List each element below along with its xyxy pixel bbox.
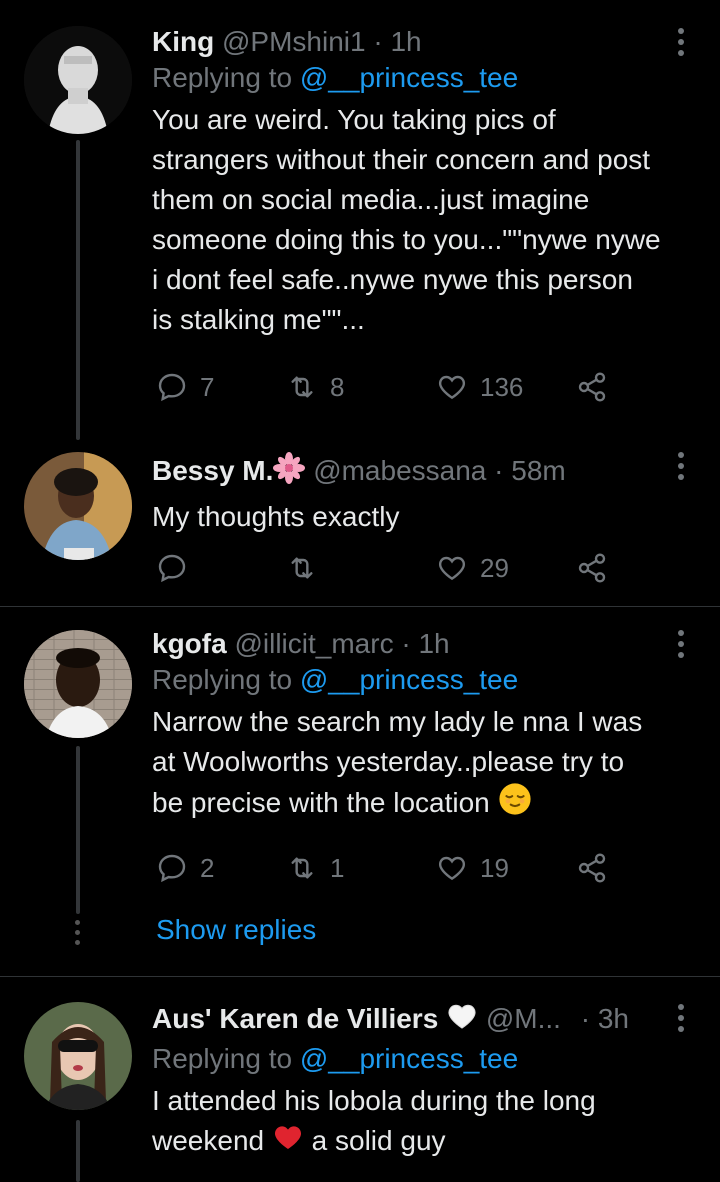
- avatar[interactable]: [24, 26, 132, 134]
- tweet-header: Aus' Karen de Villiers @M... · 3h: [152, 1000, 680, 1041]
- replying-to: Replying to @__princess_tee: [152, 62, 519, 93]
- timestamp[interactable]: 1h: [418, 628, 449, 659]
- tweet-text: You are weird. You taking pics of strang…: [152, 104, 661, 335]
- timestamp[interactable]: 58m: [511, 455, 565, 486]
- thread-line: [76, 746, 80, 914]
- reply-icon: [158, 854, 186, 883]
- display-name[interactable]: King: [152, 26, 214, 57]
- retweet-icon: [291, 557, 313, 579]
- relieved-face-emoji-icon: [498, 782, 532, 827]
- thread-continuation-dots: [74, 920, 82, 950]
- share-icon: [578, 372, 606, 402]
- more-options-icon[interactable]: [678, 452, 686, 485]
- more-options-icon[interactable]: [678, 1004, 686, 1037]
- retweet-button[interactable]: [286, 548, 330, 588]
- heart-icon: [438, 375, 466, 400]
- thread-line: [76, 1120, 80, 1182]
- reply-icon: [158, 554, 186, 583]
- replying-to: Replying to @__princess_tee: [152, 1043, 519, 1074]
- thread-line: [76, 140, 80, 440]
- tweet-text: Narrow the search my lady le nna I was a…: [152, 702, 680, 827]
- avatar[interactable]: [24, 630, 132, 738]
- like-button[interactable]: 136: [436, 367, 523, 407]
- reply-icon: [158, 373, 186, 402]
- retweet-button[interactable]: 8: [286, 367, 344, 407]
- tweet-header: kgofa @illicit_marc · 1h: [152, 628, 450, 659]
- share-button[interactable]: [576, 848, 620, 888]
- like-button[interactable]: 29: [436, 548, 509, 588]
- more-options-icon[interactable]: [678, 28, 686, 61]
- tweet-header: King @PMshini1 · 1h: [152, 26, 422, 57]
- replying-to-handle[interactable]: @__princess_tee: [300, 1043, 518, 1074]
- display-name[interactable]: kgofa: [152, 628, 227, 659]
- share-icon: [578, 553, 606, 583]
- tweet-header: Bessy M. @mabessana · 58m: [152, 452, 680, 493]
- reply-button[interactable]: [156, 548, 200, 588]
- white-heart-emoji-icon: [446, 1000, 478, 1041]
- more-options-icon[interactable]: [678, 630, 686, 663]
- display-name[interactable]: Bessy M.: [152, 455, 273, 486]
- heart-icon: [438, 556, 466, 581]
- timestamp[interactable]: 3h: [598, 1003, 629, 1034]
- user-handle[interactable]: @mabessana: [313, 455, 486, 486]
- user-handle[interactable]: @PMshini1: [222, 26, 366, 57]
- heart-icon: [438, 856, 466, 881]
- reply-button[interactable]: 7: [156, 367, 214, 407]
- retweet-icon: [291, 376, 313, 398]
- divider: [0, 976, 720, 977]
- user-handle[interactable]: @illicit_marc: [234, 628, 393, 659]
- avatar[interactable]: [24, 452, 132, 560]
- tweet-text: I attended his lobola during the long we…: [152, 1081, 680, 1164]
- share-button[interactable]: [576, 367, 620, 407]
- user-handle[interactable]: @M...: [486, 1003, 561, 1034]
- show-replies-link[interactable]: Show replies: [156, 914, 316, 946]
- avatar[interactable]: [24, 1002, 132, 1110]
- tweet-text: My thoughts exactly: [152, 501, 400, 532]
- timestamp[interactable]: 1h: [390, 26, 421, 57]
- display-name[interactable]: Aus' Karen de Villiers: [152, 1003, 438, 1034]
- share-icon: [578, 853, 606, 883]
- retweet-icon: [291, 857, 313, 879]
- red-heart-emoji-icon: [272, 1121, 304, 1164]
- replying-to-handle[interactable]: @__princess_tee: [300, 62, 518, 93]
- replying-to: Replying to @__princess_tee: [152, 664, 519, 695]
- like-button[interactable]: 19: [436, 848, 509, 888]
- retweet-button[interactable]: 1: [286, 848, 344, 888]
- flower-emoji-icon: [273, 452, 306, 493]
- reply-button[interactable]: 2: [156, 848, 214, 888]
- share-button[interactable]: [576, 548, 620, 588]
- divider: [0, 606, 720, 607]
- replying-to-handle[interactable]: @__princess_tee: [300, 664, 518, 695]
